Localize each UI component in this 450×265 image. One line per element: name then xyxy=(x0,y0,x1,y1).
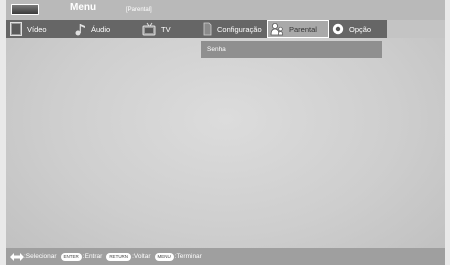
tab-bar-end xyxy=(387,20,445,38)
hint-select: :Selecionar xyxy=(24,253,57,260)
tab-opcao[interactable]: Opção xyxy=(332,20,387,38)
hint-enter: :Entrar xyxy=(82,253,103,260)
footer-hint-bar: :Selecionar ENTER :Entrar RETURN :Voltar… xyxy=(6,248,445,265)
menu-key-badge: MENU xyxy=(154,252,174,261)
audio-icon xyxy=(75,24,85,36)
option-icon xyxy=(332,23,344,35)
tab-audio-label: Áudio xyxy=(91,24,111,34)
tab-parental[interactable]: Parental xyxy=(267,20,329,38)
tab-video[interactable]: Vídeo xyxy=(10,20,66,38)
tab-opcao-label: Opção xyxy=(349,24,372,34)
video-icon xyxy=(10,22,22,36)
tab-video-label: Vídeo xyxy=(27,24,47,34)
menu-tab-bar: Vídeo Áudio TV Configuração Parental Opç… xyxy=(6,20,445,38)
parental-icon xyxy=(270,23,284,36)
navigate-arrows-icon xyxy=(10,252,24,261)
tab-configuracao[interactable]: Configuração xyxy=(202,20,266,38)
enter-key-badge: ENTER xyxy=(60,252,82,261)
menu-title: Menu xyxy=(70,2,97,13)
tab-tv-label: TV xyxy=(161,24,171,34)
tab-audio[interactable]: Áudio xyxy=(74,20,134,38)
brand-logo xyxy=(11,4,39,15)
hint-menu: :Terminar xyxy=(174,253,202,260)
tv-icon xyxy=(142,22,156,36)
menu-subtitle: [Parental] xyxy=(126,7,152,13)
tab-parental-label: Parental xyxy=(289,24,317,34)
tab-tv[interactable]: TV xyxy=(142,20,194,38)
top-bar: Menu [Parental] xyxy=(6,0,445,21)
tab-configuracao-label: Configuração xyxy=(217,24,262,34)
settings-icon xyxy=(203,22,212,36)
return-key-badge: RETURN xyxy=(106,252,132,261)
submenu-item-senha[interactable]: Senha xyxy=(201,41,382,58)
hint-return: :Voltar xyxy=(132,253,151,260)
tv-menu-screen: Menu [Parental] Vídeo Áudio TV Configura… xyxy=(6,0,445,265)
submenu-item-label: Senha xyxy=(207,46,226,53)
